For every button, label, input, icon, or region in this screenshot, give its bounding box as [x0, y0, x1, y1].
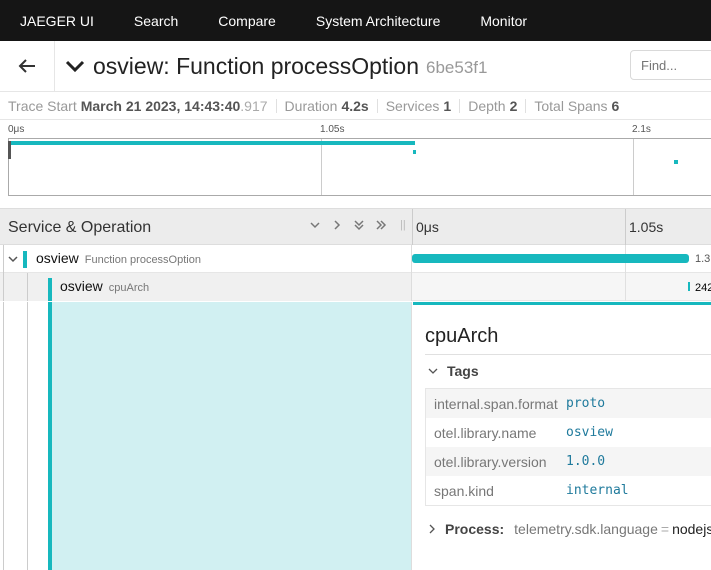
services-value: 1 [443, 97, 452, 114]
equals-sign: = [660, 521, 670, 537]
span-duration: 1.3 [695, 253, 711, 265]
duration-value: 4.2s [341, 97, 369, 114]
column-resize-handle[interactable]: || [400, 219, 406, 231]
nav-system-architecture[interactable]: System Architecture [316, 13, 441, 29]
trace-id: 6be53f1 [426, 57, 488, 77]
service-color-marker [48, 278, 52, 301]
trace-minimap[interactable]: 0μs 1.05s 2.1s [0, 120, 711, 202]
span-detail-title: cpuArch [425, 325, 499, 347]
trace-title-toggle[interactable]: osview: Function processOption 6be53f1 [65, 53, 487, 80]
minimap-span-bar [413, 150, 416, 154]
minimap-tick: 1.05s [320, 124, 345, 135]
trace-header: osview: Function processOption 6be53f1 [0, 40, 711, 92]
span-service: osview [36, 250, 79, 266]
tag-row[interactable]: otel.library.name osview [426, 418, 711, 447]
tag-row[interactable]: internal.span.format proto [426, 389, 711, 418]
span-bar[interactable] [412, 254, 689, 263]
process-label: Process: [445, 521, 505, 537]
trace-start-label: Trace Start [8, 97, 77, 114]
trace-start-value: March 21 2023, 14:43:40 [80, 97, 241, 114]
service-operation-header: Service & Operation [8, 219, 152, 236]
span-duration: 242 [695, 282, 711, 294]
span-row[interactable]: osview cpuArch 242 [0, 273, 711, 301]
chevron-right-icon[interactable] [330, 218, 344, 232]
chevron-right-icon [429, 524, 435, 534]
tag-value: osview [566, 425, 613, 440]
process-key: telemetry.sdk.language [514, 521, 658, 537]
minimap-canvas[interactable] [8, 138, 711, 196]
span-row[interactable]: osview Function processOption 1.3 [0, 245, 711, 273]
span-service: osview [60, 278, 103, 294]
span-bar[interactable] [688, 282, 690, 291]
trace-title: osview: Function processOption [93, 52, 419, 79]
back-button[interactable] [0, 40, 55, 92]
tags-toggle[interactable]: Tags [427, 363, 479, 379]
minimap-span-bar [674, 160, 678, 164]
span-operation: Function processOption [84, 254, 201, 266]
span-detail-gutter [0, 302, 412, 570]
minimap-span-bar [9, 141, 415, 145]
top-navbar: JAEGER UI Search Compare System Architec… [0, 0, 711, 41]
trace-summary: Trace Start March 21 2023, 14:43:40.917 … [0, 92, 711, 120]
collapse-one-icon[interactable] [308, 218, 322, 232]
tag-key: otel.library.name [434, 424, 537, 441]
minimap-handle[interactable] [8, 141, 11, 159]
timeline-tick: 1.05s [629, 219, 664, 235]
tag-row[interactable]: span.kind internal [426, 476, 711, 505]
tag-value: proto [566, 396, 606, 411]
tag-value: 1.0.0 [566, 454, 606, 469]
services-label: Services [385, 97, 440, 114]
service-color-marker [23, 251, 27, 268]
tags-table: internal.span.format proto otel.library.… [425, 388, 711, 506]
span-detail-panel: cpuArch Tags internal.span.format proto … [413, 302, 711, 570]
process-toggle[interactable]: Process: telemetry.sdk.language = nodejs [427, 521, 711, 537]
span-operation: cpuArch [108, 282, 150, 294]
chevron-down-icon [428, 368, 438, 374]
tag-key: internal.span.format [434, 395, 558, 412]
jaeger-logo[interactable]: JAEGER UI [20, 13, 94, 29]
process-value: nodejs [672, 521, 711, 537]
timeline-header-actions [308, 218, 388, 232]
trace-start-ms: .917 [240, 97, 268, 114]
minimap-tick: 2.1s [632, 124, 651, 135]
tag-key: span.kind [434, 482, 494, 499]
tags-label: Tags [447, 363, 479, 379]
tag-key: otel.library.version [434, 453, 547, 470]
nav-search[interactable]: Search [134, 13, 178, 29]
depth-value: 2 [509, 97, 518, 114]
nav-monitor[interactable]: Monitor [480, 13, 527, 29]
depth-label: Depth [468, 97, 506, 114]
span-name-cell[interactable]: osview cpuArch [0, 273, 412, 301]
tag-value: internal [566, 483, 629, 498]
chevron-down-icon[interactable] [8, 254, 18, 264]
duration-label: Duration [284, 97, 338, 114]
nav-compare[interactable]: Compare [218, 13, 276, 29]
span-name-cell[interactable]: osview Function processOption [0, 245, 412, 273]
total-spans-value: 6 [611, 97, 620, 114]
find-input[interactable] [630, 50, 711, 80]
timeline-header: Service & Operation || 0μs 1.05s [0, 208, 711, 245]
expand-all-icon[interactable] [352, 218, 366, 232]
collapse-all-icon[interactable] [374, 218, 388, 232]
total-spans-label: Total Spans [534, 97, 608, 114]
minimap-tick: 0μs [8, 124, 25, 135]
timeline-tick: 0μs [416, 219, 439, 235]
tag-row[interactable]: otel.library.version 1.0.0 [426, 447, 711, 476]
chevron-down-icon [65, 60, 85, 73]
back-arrow-icon [18, 59, 35, 73]
